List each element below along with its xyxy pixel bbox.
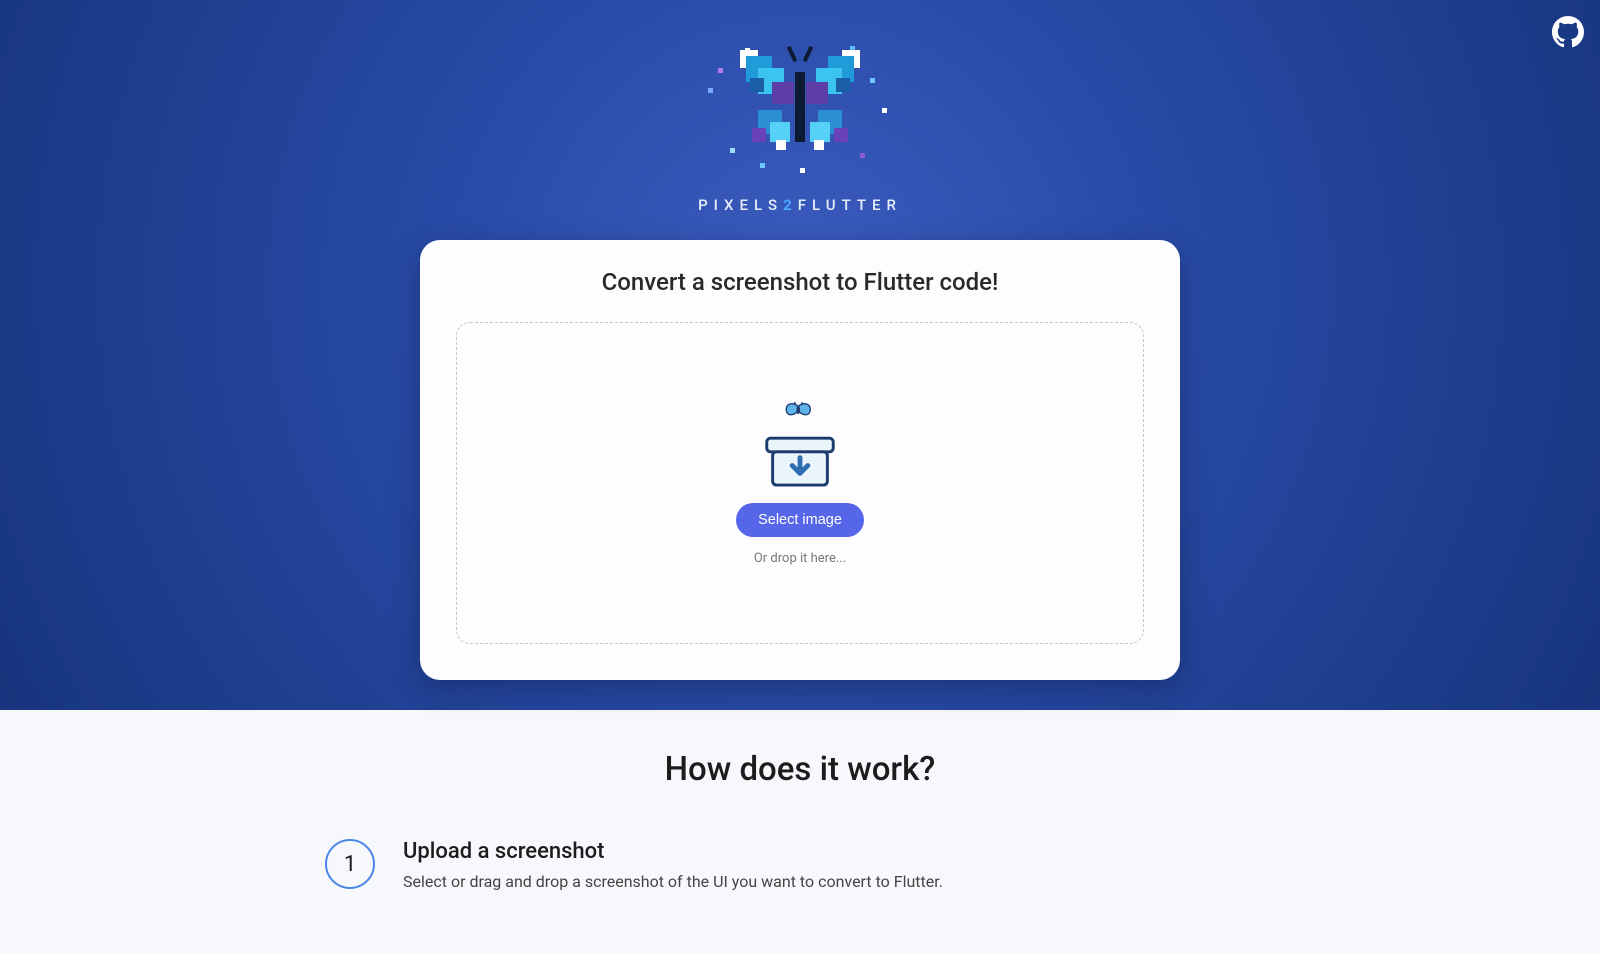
how-title: How does it work? (665, 750, 936, 789)
hero-section: PIXELS2FLUTTER Convert a screenshot to F… (0, 0, 1600, 710)
step-title: Upload a screenshot (403, 839, 1275, 864)
step-number: 1 (325, 839, 375, 889)
butterfly-logo-icon (700, 28, 900, 178)
step-desc: Select or drag and drop a screenshot of … (403, 870, 1275, 894)
brand-name: PIXELS2FLUTTER (698, 196, 902, 214)
github-icon (1552, 16, 1584, 48)
how-it-works-section: How does it work? 1 Upload a screenshot … (0, 710, 1600, 954)
steps-list: 1 Upload a screenshot Select or drag and… (325, 837, 1275, 894)
upload-box-icon (764, 401, 836, 489)
brand-part1: PIXELS (698, 196, 783, 214)
brand-part2: 2 (783, 196, 798, 214)
select-image-button[interactable]: Select image (736, 503, 864, 537)
card-title: Convert a screenshot to Flutter code! (456, 268, 1144, 296)
logo-block: PIXELS2FLUTTER (698, 28, 902, 214)
github-link[interactable] (1552, 16, 1584, 48)
drop-hint: Or drop it here... (754, 551, 846, 566)
upload-card: Convert a screenshot to Flutter code! (420, 240, 1180, 680)
step-content: Upload a screenshot Select or drag and d… (403, 837, 1275, 894)
dropzone[interactable]: Select image Or drop it here... (456, 322, 1144, 644)
step-1: 1 Upload a screenshot Select or drag and… (325, 837, 1275, 894)
brand-part3: FLUTTER (798, 196, 902, 214)
